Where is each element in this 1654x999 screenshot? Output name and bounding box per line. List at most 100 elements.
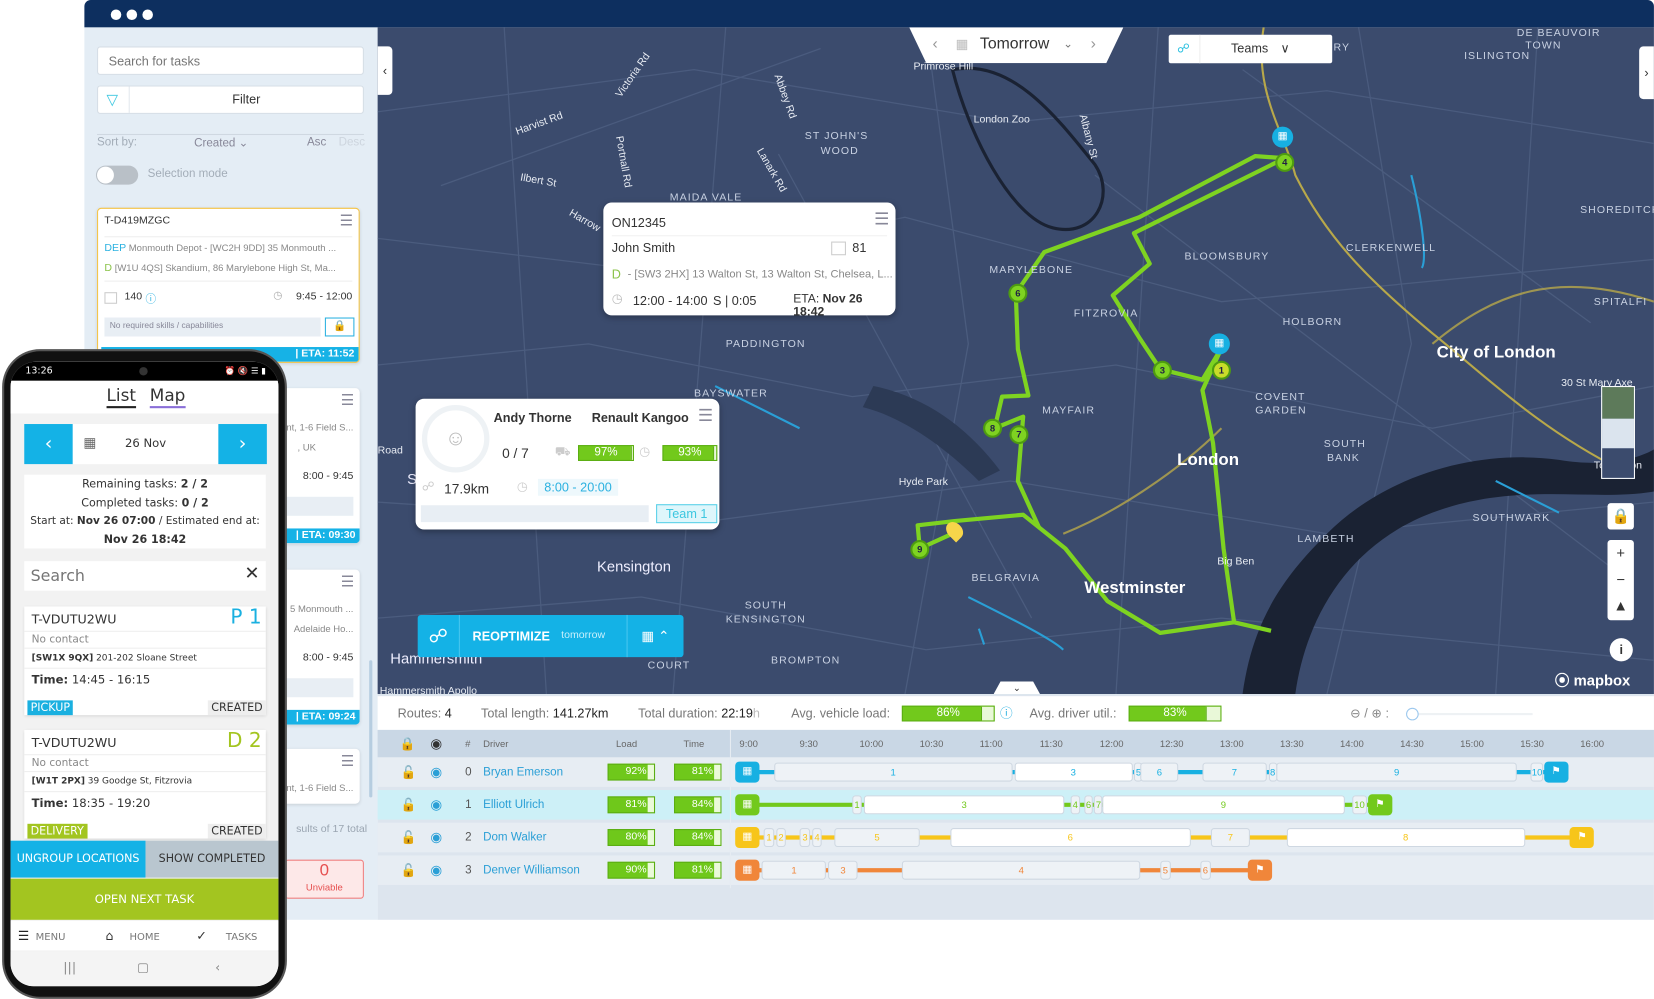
timeline-zoom-slider[interactable] (1406, 707, 1533, 721)
stop-segment[interactable]: 3 (1014, 762, 1133, 782)
stop-segment[interactable]: 6 (1200, 860, 1211, 880)
route-row[interactable]: 🔓 ◉ 3 Denver Williamson 90% 81% ▦ 1 3 4 5 6 ⚑ (377, 855, 1654, 885)
stop-segment[interactable]: 10 (1530, 762, 1543, 782)
route-icon[interactable]: ☍ (418, 614, 460, 658)
info-icon[interactable]: ⓘ (1000, 696, 1013, 730)
finish-flag-icon[interactable]: ⚑ (1247, 859, 1272, 881)
sort-desc-button[interactable]: Desc (339, 136, 365, 149)
clear-search-icon[interactable]: ✕ (244, 563, 259, 584)
stop-segment[interactable]: 4 (812, 828, 823, 848)
open-next-task-button[interactable]: OPEN NEXT TASK (10, 878, 279, 920)
light-layer-thumb[interactable] (1602, 418, 1634, 449)
back-icon[interactable]: ‹ (215, 951, 220, 983)
menu-icon[interactable]: ☰ (341, 574, 354, 589)
lock-icon[interactable]: 🔓 (401, 790, 417, 820)
route-row[interactable]: 🔓 ◉ 1 Elliott Ulrich 81% 84% ▦ 1 3 4 6 7 9 10 ⚑ (377, 790, 1654, 820)
stop-segment[interactable]: 1 (852, 795, 863, 815)
collapse-sidebar-button[interactable]: ‹ (377, 46, 393, 95)
tab-list[interactable]: List (106, 385, 137, 409)
stop-segment[interactable]: 1 (761, 860, 827, 880)
stop-segment[interactable]: 3 (799, 828, 811, 848)
prev-day-button[interactable]: ‹ (24, 424, 73, 465)
map[interactable]: Primrose Hill London Zoo ST JOHN'S WOOD MAID… (377, 27, 1654, 695)
stop-marker[interactable]: 4 (1275, 152, 1295, 172)
zoom-in-button[interactable]: + (1608, 540, 1634, 566)
stop-segment[interactable]: 2 (775, 828, 786, 848)
home-button-icon[interactable]: ▢ (137, 951, 149, 983)
lock-icon[interactable]: 🔓 (401, 757, 417, 787)
stop-segment[interactable]: 6 (950, 828, 1191, 848)
depot-marker-icon[interactable]: ▦ (1208, 333, 1230, 355)
compass-button[interactable]: ▲ (1608, 593, 1634, 619)
filter-button[interactable]: ▽ Filter (97, 85, 364, 114)
date-label[interactable]: Tomorrow (980, 27, 1049, 61)
finish-flag-icon[interactable]: ⚑ (1570, 826, 1595, 849)
eye-icon[interactable]: ◉ (430, 855, 442, 885)
nav-tasks[interactable]: ✓ TASKS (196, 921, 257, 953)
driver-name[interactable]: Bryan Emerson (483, 757, 563, 787)
nav-menu[interactable]: ☰ MENU (18, 921, 66, 953)
mobile-task-card[interactable]: T-VDUTU2WU D 2 No contact [W1T 2PX] 39 Good… (24, 729, 266, 839)
stop-marker[interactable]: 6 (1008, 283, 1028, 303)
driver-name[interactable]: Dom Walker (483, 823, 546, 853)
driver-popup[interactable]: ☺ Andy Thorne Renault Kangoo ☰ 0 / 7 ⛟ 9… (415, 398, 720, 530)
finish-flag-icon[interactable]: ⚑ (1367, 794, 1393, 816)
depot-start-icon[interactable]: ▦ (735, 761, 760, 783)
stop-segment[interactable]: 6 (1084, 795, 1093, 815)
lock-icon[interactable]: 🔓 (401, 823, 417, 853)
order-popup[interactable]: ON12345 ☰ John Smith 81 D - [SW3 2HX] 13… (603, 202, 896, 319)
next-day-button[interactable]: › (218, 424, 267, 465)
stop-segment[interactable]: 4 (902, 860, 1141, 880)
layer-switcher[interactable] (1601, 386, 1635, 479)
visibility-all-icon[interactable]: ◉ (430, 730, 442, 757)
chevron-down-icon[interactable]: ⌄ (1063, 27, 1073, 61)
ungroup-locations-button[interactable]: UNGROUP LOCATIONS (10, 840, 146, 878)
sort-asc-button[interactable]: Asc (307, 136, 326, 149)
reoptimize-button[interactable]: REOPTIMIZE (473, 615, 550, 657)
lock-icon[interactable]: 🔒 (324, 317, 355, 337)
route-row[interactable]: 🔓 ◉ 0 Bryan Emerson 92% 81% ▦ 1 3 5 6 7 8 9 10 ⚑ (377, 757, 1654, 787)
eye-icon[interactable]: ◉ (430, 823, 442, 853)
stop-marker[interactable]: 8 (983, 418, 1003, 438)
recent-apps-icon[interactable]: ||| (63, 951, 76, 983)
expand-right-panel-button[interactable]: › (1639, 46, 1654, 100)
dark-layer-thumb[interactable] (1602, 448, 1634, 478)
zoom-out-icon[interactable]: ⊖ (1350, 706, 1361, 721)
collapse-bottom-panel-button[interactable]: ⌄ (993, 681, 1041, 695)
menu-icon[interactable]: ☰ (874, 209, 889, 230)
depot-start-icon[interactable]: ▦ (735, 794, 760, 816)
finish-flag-icon[interactable]: ⚑ (1543, 761, 1569, 783)
route-row[interactable]: 🔓 ◉ 2 Dom Walker 80% 84% ▦ 1 2 3 4 5 6 7 8 ⚑ (377, 822, 1654, 853)
stop-segment[interactable]: 9 (1102, 795, 1345, 815)
mobile-task-card[interactable]: T-VDUTU2WU P 1 No contact [SW1X 9QX] 201-20… (24, 606, 266, 716)
task-search-input[interactable] (97, 46, 364, 75)
show-completed-button[interactable]: SHOW COMPLETED (145, 840, 279, 878)
stop-marker[interactable]: 1 (1211, 360, 1231, 380)
sidebar-scrollbar[interactable] (369, 660, 373, 798)
lock-map-button[interactable]: 🔒 (1607, 503, 1634, 530)
eye-icon[interactable]: ◉ (430, 757, 442, 787)
stop-segment[interactable]: 1 (763, 828, 774, 848)
depot-start-icon[interactable]: ▦ (735, 859, 760, 881)
menu-icon[interactable]: ☰ (341, 392, 354, 407)
stop-marker[interactable]: 9 (910, 540, 930, 560)
task-card[interactable]: T-D419MZGC ☰ DEP Monmouth Depot - [WC2H … (97, 207, 360, 363)
next-day-icon[interactable]: › (1091, 27, 1096, 61)
zoom-out-button[interactable]: − (1608, 566, 1634, 592)
stop-segment[interactable]: 6 (1140, 762, 1179, 782)
menu-icon[interactable]: ☰ (698, 405, 713, 426)
driver-name[interactable]: Denver Williamson (483, 855, 580, 885)
eye-icon[interactable]: ◉ (430, 790, 442, 820)
stop-segment[interactable]: 3 (828, 860, 859, 880)
info-icon[interactable]: ⓘ (146, 290, 157, 306)
sort-dropdown[interactable]: Created ⌄ (194, 136, 248, 150)
unviable-counter[interactable]: 0 Unviable (284, 859, 364, 899)
stop-segment[interactable]: 1 (773, 762, 1013, 782)
menu-icon[interactable]: ☰ (341, 753, 354, 768)
mobile-search-input[interactable] (24, 561, 236, 591)
driver-name[interactable]: Elliott Ulrich (483, 790, 544, 820)
stop-segment[interactable]: 8 (1286, 828, 1525, 848)
info-button[interactable]: i (1609, 638, 1633, 662)
calendar-icon[interactable]: ▦ ⌃ (626, 614, 684, 658)
prev-day-icon[interactable]: ‹ (932, 27, 937, 61)
